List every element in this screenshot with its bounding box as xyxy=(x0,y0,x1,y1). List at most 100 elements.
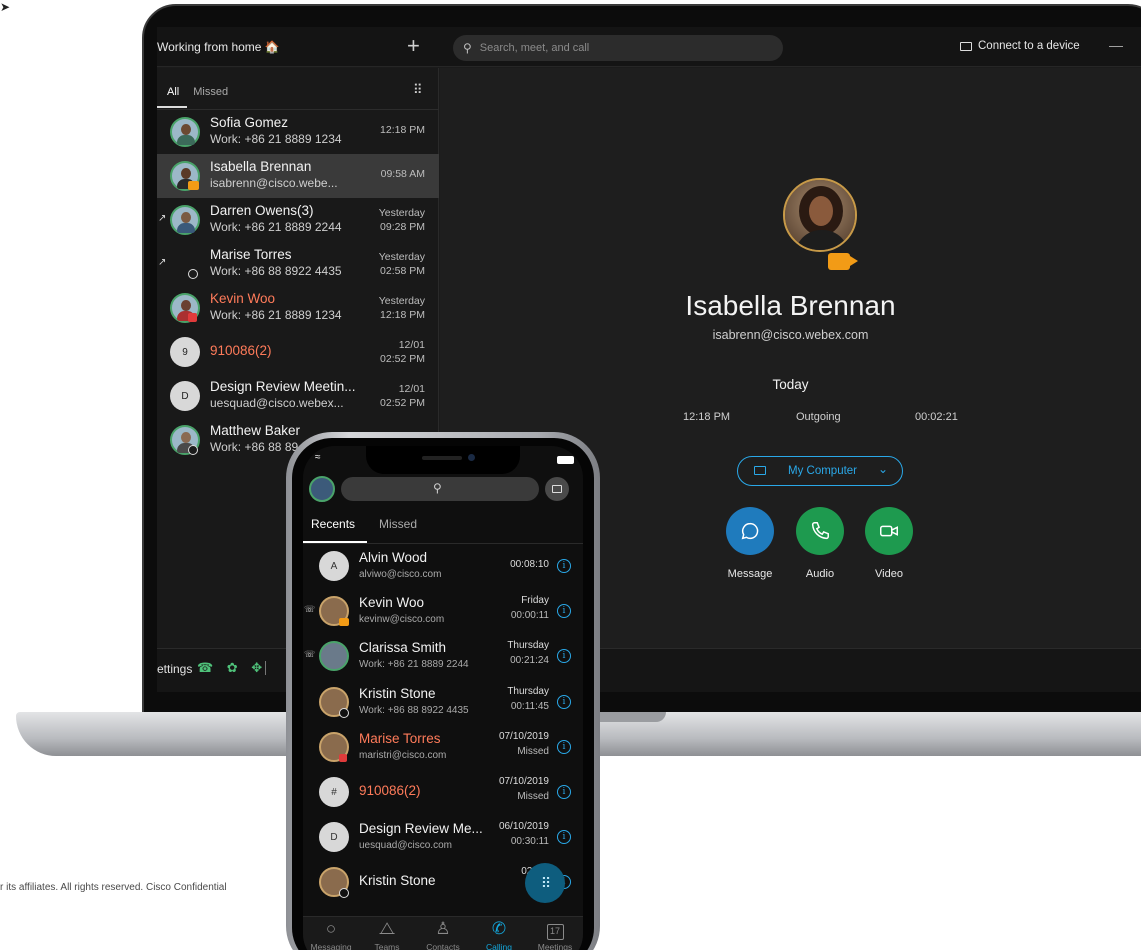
info-icon[interactable]: i xyxy=(557,830,571,845)
info-icon[interactable]: i xyxy=(557,694,571,709)
dialpad-button[interactable]: ⠿ xyxy=(525,863,565,903)
contact-name: Kristin Stone xyxy=(359,685,436,701)
battery-icon xyxy=(557,456,574,464)
call-date: Friday xyxy=(521,595,549,607)
clock-icon xyxy=(339,888,349,899)
contact-detail: Work: +86 21 8889 2244 xyxy=(359,659,469,671)
info-icon[interactable]: i xyxy=(557,739,571,754)
contact-avatar: D xyxy=(319,822,349,853)
contact-name: Kevin Woo xyxy=(359,595,425,611)
message-icon xyxy=(741,522,759,540)
call-date: Thursday xyxy=(507,640,549,652)
contact-name: 910086(2) xyxy=(359,783,421,798)
contact-detail: Work: +86 21 8889 1234 xyxy=(210,132,342,146)
search-input[interactable]: ⚲ Search, meet, and call xyxy=(453,35,783,61)
laptop-icon xyxy=(754,466,766,475)
divider xyxy=(265,661,266,675)
message-button[interactable] xyxy=(726,507,774,555)
messaging-icon: ○ xyxy=(325,919,337,938)
connect-device-button[interactable]: Connect to a device xyxy=(960,40,1080,52)
profile-avatar[interactable] xyxy=(309,476,335,502)
nav-teams[interactable]: ⧍ Teams xyxy=(359,919,415,950)
video-icon xyxy=(880,525,898,537)
tab-missed[interactable]: Missed xyxy=(379,517,417,531)
contact-avatar xyxy=(319,641,349,672)
nav-calling[interactable]: ✆ Calling xyxy=(471,919,527,950)
video-call-button[interactable] xyxy=(865,507,913,555)
call-history-row[interactable]: Isabella Brennan isabrenn@cisco.webe... 09… xyxy=(157,154,439,198)
call-history-row[interactable]: ☏ Kevin Woo kevinw@cisco.com Friday 00:00:11… xyxy=(303,589,583,634)
call-history-row[interactable]: Sofia Gomez Work: +86 21 8889 1234 12:18 P… xyxy=(157,110,439,154)
contact-avatar: D xyxy=(170,381,200,411)
audio-call-button[interactable] xyxy=(796,507,844,555)
info-icon[interactable]: i xyxy=(557,604,571,619)
info-icon[interactable]: i xyxy=(557,785,571,799)
nav-contacts[interactable]: ♙ Contacts xyxy=(415,919,471,950)
video-badge-icon xyxy=(828,253,858,270)
search-icon: ⚲ xyxy=(433,481,442,495)
contact-name: Kevin Woo xyxy=(210,291,276,306)
mobile-app-screen: ≈ ⚲ Recents Missed A Alvin Wood alviwo@cis… xyxy=(303,446,583,950)
contact-name: Darren Owens(3) xyxy=(210,203,314,218)
missed-badge-icon xyxy=(339,753,347,762)
nav-label: Calling xyxy=(486,942,512,950)
search-placeholder: Search, meet, and call xyxy=(479,42,590,54)
call-time: Yesterday 12:18 PM xyxy=(379,294,425,322)
contact-name: Design Review Me... xyxy=(359,821,483,837)
video-label: Video xyxy=(875,568,903,580)
tab-all[interactable]: All xyxy=(167,86,179,98)
contact-detail: kevinw@cisco.com xyxy=(359,614,445,626)
contact-name: Matthew Baker xyxy=(210,423,301,438)
call-history-row[interactable]: Kevin Woo Work: +86 21 8889 1234 Yesterday… xyxy=(157,286,439,330)
info-icon[interactable]: i xyxy=(557,559,571,573)
call-duration: Missed xyxy=(517,745,549,757)
call-history-row[interactable]: D Design Review Meetin... uesquad@cisco.we… xyxy=(157,374,439,418)
contact-detail: maristri@cisco.com xyxy=(359,749,447,761)
call-time-primary: Yesterday xyxy=(378,295,425,307)
clock-icon xyxy=(188,445,198,455)
call-history-row[interactable]: Kristin Stone Work: +86 88 8922 4435 Thurs… xyxy=(303,680,583,725)
nav-label: Contacts xyxy=(426,942,460,950)
nav-messaging[interactable]: ○ Messaging xyxy=(303,919,359,950)
history-duration: 00:02:21 xyxy=(915,411,958,423)
call-history-row[interactable]: ☏ Clarissa Smith Work: +86 21 8889 2244 Thu… xyxy=(303,634,583,679)
call-time-primary: 12/01 xyxy=(398,339,425,351)
contacts-icon: ♙ xyxy=(435,919,451,938)
status-message[interactable]: Working from home 🏠 xyxy=(157,40,280,54)
tab-recents[interactable]: Recents xyxy=(311,517,355,531)
contact-detail: uesquad@cisco.webex... xyxy=(210,396,344,410)
call-time: 12/01 02:52 PM xyxy=(380,338,425,366)
call-time-secondary: 12:18 PM xyxy=(380,309,425,321)
call-history-row[interactable]: A Alvin Wood alviwo@cisco.com 00:08:10 i xyxy=(303,544,583,589)
contact-detail: Work: +86 88 89 xyxy=(210,440,299,454)
call-history-row[interactable]: ↗ Marise Torres Work: +86 88 8922 4435 Yest… xyxy=(157,242,439,286)
nav-meetings[interactable]: 17 Meetings xyxy=(527,919,583,950)
call-type-icon: ☏ xyxy=(304,604,316,615)
contact-avatar: 9 xyxy=(170,337,200,367)
call-history-row[interactable]: ↗ Darren Owens(3) Work: +86 21 8889 2244 Ye… xyxy=(157,198,439,242)
contact-name: Clarissa Smith xyxy=(359,640,447,656)
video-badge-icon xyxy=(339,618,349,627)
connect-device-button[interactable] xyxy=(545,477,569,501)
call-history-row[interactable]: D Design Review Me... uesquad@cisco.com 06/… xyxy=(303,815,583,860)
call-history-row[interactable]: 9 910086(2) 12/01 02:52 PM xyxy=(157,330,439,374)
pointer-icon: ➤ xyxy=(0,0,11,14)
settings-link[interactable]: ettings xyxy=(157,662,192,676)
contact-name: Sofia Gomez xyxy=(210,115,289,130)
chevron-down-icon: ⌄ xyxy=(878,462,889,476)
info-icon[interactable]: i xyxy=(557,649,571,664)
tab-missed[interactable]: Missed xyxy=(193,86,228,98)
call-time-primary: Yesterday xyxy=(378,207,425,219)
search-input[interactable]: ⚲ xyxy=(341,477,539,501)
dialpad-icon[interactable]: ⠿ xyxy=(413,82,422,98)
cast-icon xyxy=(552,485,562,493)
call-duration: 00:00:11 xyxy=(510,610,549,622)
call-history-row[interactable]: #910086(2) 07/10/2019 Missed i xyxy=(303,770,583,815)
teams-icon: ⧍ xyxy=(379,919,395,938)
call-history-row[interactable]: Marise Torres maristri@cisco.com 07/10/201… xyxy=(303,725,583,770)
new-button[interactable]: + xyxy=(407,35,420,57)
nav-label: Teams xyxy=(374,942,400,950)
minimize-button[interactable]: — xyxy=(1109,37,1123,53)
device-selector[interactable]: My Computer ⌄ xyxy=(737,456,903,486)
audio-label: Audio xyxy=(805,568,835,580)
